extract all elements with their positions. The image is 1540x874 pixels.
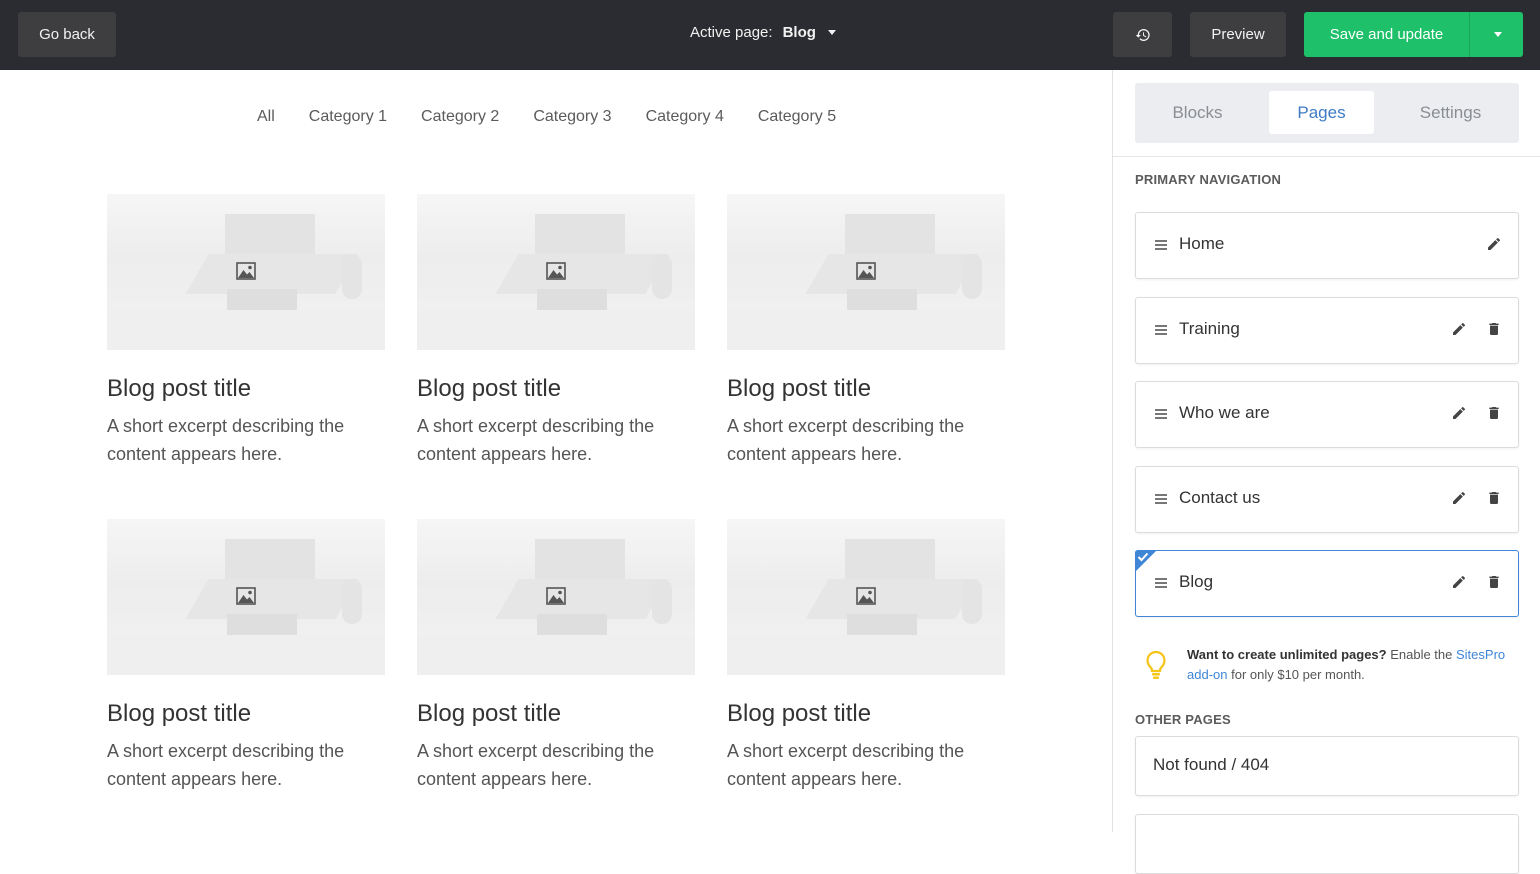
category-filter: All Category 1 Category 2 Category 3 Cat… <box>257 108 870 126</box>
tab-blocks[interactable]: Blocks <box>1145 91 1250 134</box>
image-icon <box>546 262 566 280</box>
active-page-selector[interactable]: Active page: Blog <box>690 24 836 41</box>
save-and-update-button[interactable]: Save and update <box>1304 12 1470 57</box>
page-item-not-found[interactable]: Not found / 404 <box>1135 736 1519 796</box>
save-options-dropdown[interactable] <box>1470 12 1523 57</box>
post-thumbnail[interactable] <box>727 194 1005 350</box>
page-item-label: Blog <box>1179 572 1214 591</box>
history-button[interactable] <box>1113 12 1172 57</box>
page-item-label: Not found / 404 <box>1153 755 1270 774</box>
post-thumbnail[interactable] <box>107 194 385 350</box>
pages-panel: Blocks Pages Settings PRIMARY NAVIGATION… <box>1112 70 1540 874</box>
post-excerpt: A short excerpt describing the content a… <box>417 416 655 464</box>
promo-text: Want to create unlimited pages? Enable t… <box>1187 645 1517 685</box>
save-button-group: Save and update <box>1304 12 1523 57</box>
page-item-label: Who we are <box>1179 403 1270 422</box>
go-back-button[interactable]: Go back <box>18 12 116 57</box>
drag-handle-icon[interactable] <box>1155 409 1167 419</box>
post-excerpt: A short excerpt describing the content a… <box>727 416 965 464</box>
tab-settings[interactable]: Settings <box>1398 91 1503 134</box>
page-item-home[interactable]: Home <box>1135 212 1519 279</box>
trash-icon[interactable] <box>1486 574 1502 590</box>
post-title: Blog post title <box>107 700 252 727</box>
page-item-label: Contact us <box>1179 488 1261 507</box>
post-thumbnail[interactable] <box>417 194 695 350</box>
post-thumbnail[interactable] <box>107 519 385 675</box>
edit-icon[interactable] <box>1451 574 1467 590</box>
page-item-label: Training <box>1179 319 1240 338</box>
blog-post-card: Blog post title A short excerpt describi… <box>727 519 1005 793</box>
caret-down-icon <box>827 30 836 35</box>
blog-post-card: Blog post title A short excerpt describi… <box>727 194 1005 468</box>
trash-icon[interactable] <box>1486 405 1502 421</box>
blog-post-card: Blog post title A short excerpt describi… <box>107 519 385 793</box>
blog-post-card: Blog post title A short excerpt describi… <box>417 519 695 793</box>
drag-handle-icon[interactable] <box>1155 325 1167 335</box>
page-item-label: Home <box>1179 234 1225 253</box>
edit-icon[interactable] <box>1451 405 1467 421</box>
post-thumbnail[interactable] <box>727 519 1005 675</box>
image-icon <box>856 587 876 605</box>
post-excerpt: A short excerpt describing the content a… <box>107 741 345 789</box>
post-title: Blog post title <box>727 375 872 402</box>
category-2[interactable]: Category 2 <box>421 108 499 126</box>
category-1[interactable]: Category 1 <box>309 108 387 126</box>
image-icon <box>856 262 876 280</box>
history-icon <box>1135 28 1150 41</box>
top-toolbar: Go back Active page: Blog Preview Save a… <box>0 0 1540 70</box>
category-all[interactable]: All <box>257 108 275 126</box>
post-thumbnail[interactable] <box>417 519 695 675</box>
page-item-who-we-are[interactable]: Who we are <box>1135 381 1519 448</box>
tab-pages[interactable]: Pages <box>1269 91 1374 134</box>
active-page-value: Blog <box>782 24 816 41</box>
post-title: Blog post title <box>107 375 252 402</box>
active-page-label: Active page: <box>690 24 773 41</box>
divider <box>1113 156 1540 157</box>
other-pages-heading: OTHER PAGES <box>1135 712 1231 727</box>
trash-icon[interactable] <box>1486 490 1502 506</box>
drag-handle-icon[interactable] <box>1155 494 1167 504</box>
primary-navigation-heading: PRIMARY NAVIGATION <box>1135 172 1282 187</box>
edit-icon[interactable] <box>1451 321 1467 337</box>
page-item-contact-us[interactable]: Contact us <box>1135 466 1519 533</box>
blog-post-card: Blog post title A short excerpt describi… <box>417 194 695 468</box>
post-excerpt: A short excerpt describing the content a… <box>727 741 965 789</box>
edit-icon[interactable] <box>1451 490 1467 506</box>
image-icon <box>236 262 256 280</box>
promo-text-2: for only $10 per month. <box>1227 667 1365 682</box>
page-item-other[interactable] <box>1135 814 1519 874</box>
post-title: Blog post title <box>417 700 562 727</box>
category-5[interactable]: Category 5 <box>758 108 836 126</box>
page-item-training[interactable]: Training <box>1135 297 1519 364</box>
drag-handle-icon[interactable] <box>1155 578 1167 588</box>
category-4[interactable]: Category 4 <box>646 108 724 126</box>
post-title: Blog post title <box>727 700 872 727</box>
edit-icon[interactable] <box>1486 236 1502 252</box>
post-excerpt: A short excerpt describing the content a… <box>417 741 655 789</box>
caret-down-icon <box>1493 32 1502 37</box>
page-canvas: All Category 1 Category 2 Category 3 Cat… <box>0 70 1112 832</box>
promo-text-1: Enable the <box>1386 647 1456 662</box>
image-icon <box>236 587 256 605</box>
blog-post-card: Blog post title A short excerpt describi… <box>107 194 385 468</box>
post-title: Blog post title <box>417 375 562 402</box>
post-excerpt: A short excerpt describing the content a… <box>107 416 345 464</box>
trash-icon[interactable] <box>1486 321 1502 337</box>
category-3[interactable]: Category 3 <box>533 108 611 126</box>
preview-button[interactable]: Preview <box>1190 12 1286 57</box>
promo-bold: Want to create unlimited pages? <box>1187 647 1387 662</box>
lightbulb-icon <box>1146 650 1166 679</box>
check-icon <box>1137 552 1149 562</box>
page-item-blog[interactable]: Blog <box>1135 550 1519 617</box>
panel-tabs: Blocks Pages Settings <box>1135 83 1519 143</box>
image-icon <box>546 587 566 605</box>
drag-handle-icon[interactable] <box>1155 240 1167 250</box>
